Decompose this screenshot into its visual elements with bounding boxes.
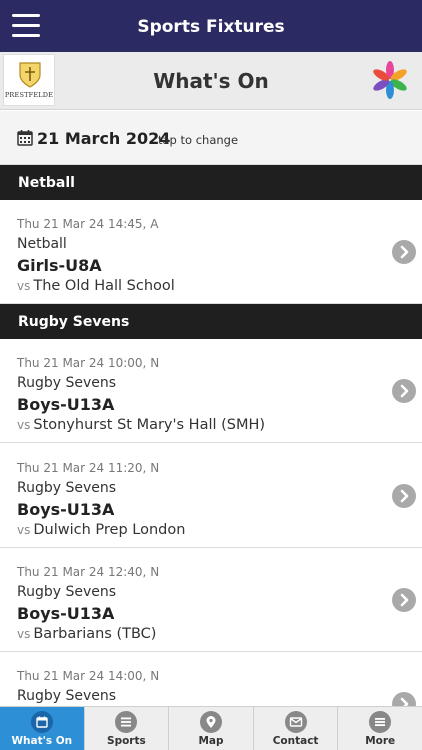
fixture-opponent-line: vs Dulwich Prep London [17, 522, 185, 538]
tab-map[interactable]: Map [169, 707, 254, 750]
fixture-opponent: Dulwich Prep London [33, 522, 186, 538]
tab-contact[interactable]: Contact [254, 707, 339, 750]
date-hint: tap to change [158, 133, 239, 147]
app-title: Sports Fixtures [137, 17, 285, 37]
fixture-team: Girls-U8A [17, 256, 102, 275]
section-header-netball: Netball [0, 165, 422, 200]
chevron-right-icon[interactable] [392, 240, 416, 264]
app-logo-icon [373, 61, 407, 99]
fixture-datetime: Thu 21 Mar 24 14:00, N [17, 669, 160, 683]
vs-label: vs [17, 627, 31, 641]
chevron-right-icon[interactable] [392, 484, 416, 508]
page-title: What's On [153, 69, 269, 93]
fixture-datetime: Thu 21 Mar 24 12:40, N [17, 565, 160, 579]
chevron-right-icon[interactable] [392, 588, 416, 612]
fixture-row[interactable]: Thu 21 Mar 24 12:40, N Rugby Sevens Boys… [0, 548, 422, 652]
tab-label: Map [198, 735, 224, 747]
chevron-right-icon[interactable] [392, 379, 416, 403]
fixture-sport: Rugby Sevens [17, 375, 117, 391]
selected-date: 21 March 2024 [37, 129, 171, 148]
tab-label: What's On [11, 735, 73, 747]
fixture-opponent: The Old Hall School [33, 278, 175, 294]
fixture-opponent-line: vs Barbarians (TBC) [17, 626, 156, 642]
page-header: PRESTFELDE What's On [0, 52, 422, 110]
map-pin-icon [199, 711, 222, 733]
fixture-team: Boys-U13A [17, 604, 115, 623]
fixture-team: Boys-U13A [17, 395, 115, 414]
tab-label: Contact [272, 735, 319, 747]
tab-more[interactable]: More [338, 707, 422, 750]
vs-label: vs [17, 418, 31, 432]
fixture-sport: Netball [17, 236, 67, 252]
vs-label: vs [17, 279, 31, 293]
tab-label: More [365, 735, 396, 747]
fixture-datetime: Thu 21 Mar 24 11:20, N [17, 461, 160, 475]
fixture-datetime: Thu 21 Mar 24 10:00, N [17, 356, 160, 370]
fixture-row[interactable]: Thu 21 Mar 24 11:20, N Rugby Sevens Boys… [0, 444, 422, 548]
list-icon [115, 711, 138, 733]
bottom-tab-bar: What's On Sports Map Contact More [0, 706, 422, 750]
menu-icon [369, 711, 392, 733]
fixture-opponent: Barbarians (TBC) [33, 626, 157, 642]
fixture-opponent-line: vs Stonyhurst St Mary's Hall (SMH) [17, 417, 265, 433]
tab-label: Sports [107, 735, 146, 747]
fixture-opponent: Stonyhurst St Mary's Hall (SMH) [33, 417, 266, 433]
fixture-sport: Rugby Sevens [17, 688, 117, 704]
fixture-sport: Rugby Sevens [17, 480, 117, 496]
tab-whats-on[interactable]: What's On [0, 707, 85, 750]
section-header-rugby-sevens: Rugby Sevens [0, 304, 422, 339]
calendar-icon [30, 711, 53, 733]
fixture-datetime: Thu 21 Mar 24 14:45, A [17, 217, 159, 231]
fixture-opponent-line: vs The Old Hall School [17, 278, 175, 294]
fixture-team: Boys-U13A [17, 500, 115, 519]
vs-label: vs [17, 523, 31, 537]
top-bar: Sports Fixtures [0, 0, 422, 52]
fixture-row[interactable]: Thu 21 Mar 24 10:00, N Rugby Sevens Boys… [0, 339, 422, 443]
tab-sports[interactable]: Sports [85, 707, 170, 750]
envelope-icon [284, 711, 307, 733]
date-selector[interactable]: 21 March 2024 tap to change [0, 111, 422, 165]
fixture-row[interactable]: Thu 21 Mar 24 14:45, A Netball Girls-U8A… [0, 200, 422, 304]
calendar-icon [17, 130, 33, 146]
fixture-sport: Rugby Sevens [17, 584, 117, 600]
